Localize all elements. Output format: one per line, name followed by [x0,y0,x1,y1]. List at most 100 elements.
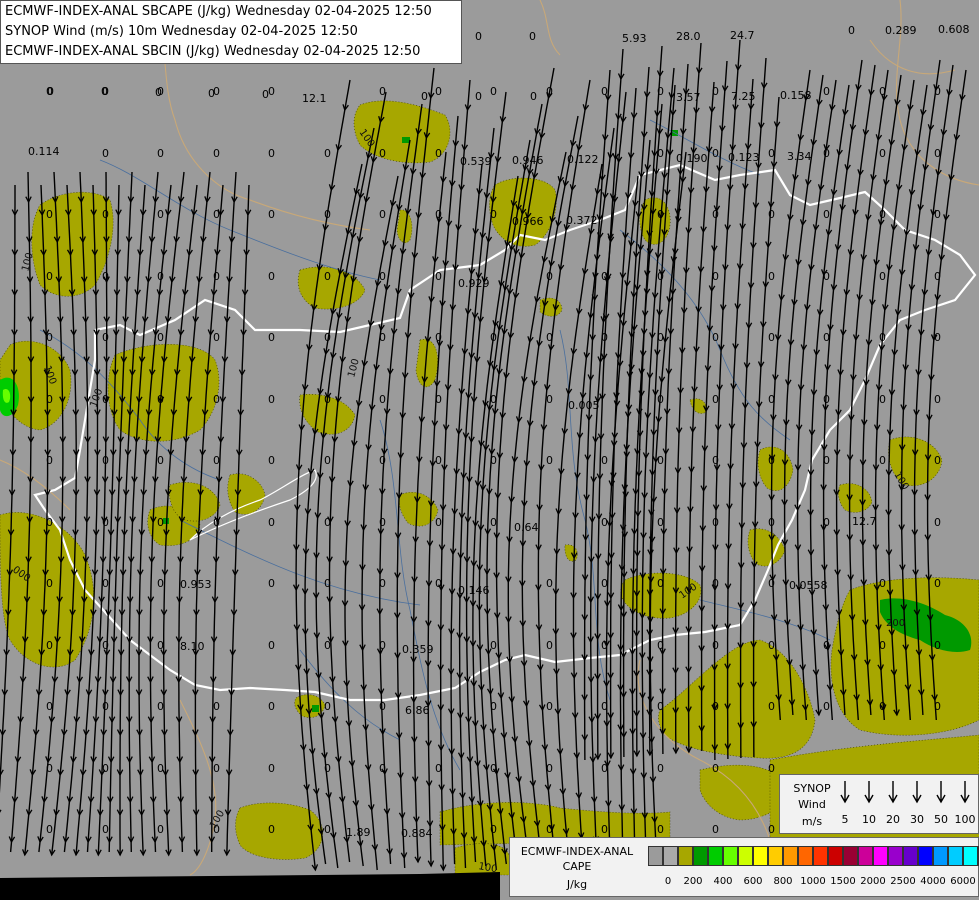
cin-zero-label: 0 [546,762,553,775]
cin-zero-label: 0 [379,331,386,344]
cin-label: 0.608 [938,23,970,36]
wind-legend-speed: 50 [934,813,948,826]
cin-zero-label: 0 [934,639,941,652]
cin-zero-label: 0 [879,270,886,283]
cin-zero-label: 0 [47,85,54,98]
cape-tick-label: 1500 [830,876,856,887]
cin-label: 7.25 [731,90,756,103]
cin-zero-label: 0 [712,639,719,652]
cin-label: 0.929 [458,277,490,290]
cape-legend-subtitle: CAPE [562,860,592,873]
cape-color-swatch [783,846,798,866]
cin-zero-label: 0 [157,270,164,283]
weather-map: 0.114 12.1 5.93 28.0 24.7 0.289 0.608 3.57 7.25 0… [0,0,979,900]
cin-zero-label: 0 [768,208,775,221]
cin-zero-label: 0 [268,639,275,652]
cin-zero-label: 0 [657,147,664,160]
cin-zero-label: 0 [601,700,608,713]
cin-zero-label: 0 [46,639,53,652]
cape-color-swatch [858,846,873,866]
cin-zero-label: 0 [657,762,664,775]
cin-zero-label: 0 [657,331,664,344]
cin-zero-label: 0 [324,639,331,652]
cin-label: 12.1 [302,92,327,105]
cin-zero-label: 0 [879,393,886,406]
cin-zero-label: 0 [768,762,775,775]
cin-zero-label: 0 [157,147,164,160]
cin-label: 0.946 [512,154,544,167]
cape-color-swatch [678,846,693,866]
cin-zero-label: 0 [601,516,608,529]
wind-legend-speed: 10 [862,813,876,826]
cin-zero-label: 0 [712,208,719,221]
cin-zero-label: 0 [879,639,886,652]
cin-zero-label: 0 [268,85,275,98]
cin-zero-label: 0 [546,393,553,406]
cape-tick-label: 800 [773,876,793,887]
cin-zero-label: 0 [102,454,109,467]
cin-zero-label: 0 [435,270,442,283]
cin-label: 0.123 [728,151,760,164]
cin-zero-label: 0 [268,331,275,344]
contour-label: 200 [886,618,905,629]
cin-zero-label: 0 [529,30,536,43]
cin-zero-label: 0 [768,454,775,467]
cin-zero-label: 0 [268,577,275,590]
cin-zero-label: 0 [712,516,719,529]
cin-zero-label: 0 [157,700,164,713]
cin-zero-label: 0 [324,208,331,221]
cin-zero-label: 0 [268,208,275,221]
cape-color-swatch [963,846,978,866]
cin-zero-label: 0 [934,270,941,283]
cin-zero-label: 0 [657,700,664,713]
cape-tick-label: 200 [683,876,703,887]
cin-zero-label: 0 [657,639,664,652]
cin-zero-label: 0 [46,762,53,775]
cin-zero-label: 0 [768,147,775,160]
cin-zero-label: 0 [712,393,719,406]
cape-tick-label: 0 [664,876,672,887]
cin-zero-label: 0 [823,85,830,98]
cin-zero-label: 0 [546,639,553,652]
cape-color-swatch [903,846,918,866]
cape-color-swatch [888,846,903,866]
cin-label: 6.86 [405,704,430,717]
cin-label: 0.0558 [789,579,828,592]
cin-zero-label: 0 [157,823,164,836]
cin-zero-label: 0 [823,270,830,283]
cin-zero-label: 0 [421,90,428,103]
cin-zero-label: 0 [712,823,719,836]
cape-color-swatch [693,846,708,866]
cin-zero-label: 0 [879,85,886,98]
cin-zero-label: 0 [102,516,109,529]
cin-zero-label: 0 [324,454,331,467]
cin-label: 0.289 [885,24,917,37]
cin-zero-label: 0 [155,86,162,99]
cin-zero-label: 0 [157,762,164,775]
cin-zero-label: 0 [435,85,442,98]
cin-zero-label: 0 [601,639,608,652]
cin-zero-label: 0 [102,270,109,283]
cin-zero-label: 0 [268,147,275,160]
cin-zero-label: 0 [379,577,386,590]
cin-zero-label: 0 [101,85,108,98]
cape-legend-unit: J/kg [566,878,588,891]
cin-zero-label: 0 [157,331,164,344]
cin-zero-label: 0 [712,85,719,98]
wind-legend-speed: 30 [910,813,924,826]
cin-zero-label: 0 [601,454,608,467]
cape-color-swatch [813,846,828,866]
cin-zero-label: 0 [324,700,331,713]
cin-zero-label: 0 [530,90,537,103]
title-box: ECMWF-INDEX-ANAL SBCAPE (J/kg) Wednesday… [0,0,462,64]
cin-label: 28.0 [676,30,701,43]
cin-zero-label: 0 [435,393,442,406]
cin-zero-label: 0 [324,393,331,406]
cin-zero-label: 0 [823,639,830,652]
cin-zero-label: 0 [102,577,109,590]
cin-zero-label: 0 [324,270,331,283]
cin-zero-label: 0 [102,700,109,713]
cin-zero-label: 0 [435,762,442,775]
cape-tick-label: 2500 [890,876,916,887]
cin-zero-label: 0 [712,454,719,467]
